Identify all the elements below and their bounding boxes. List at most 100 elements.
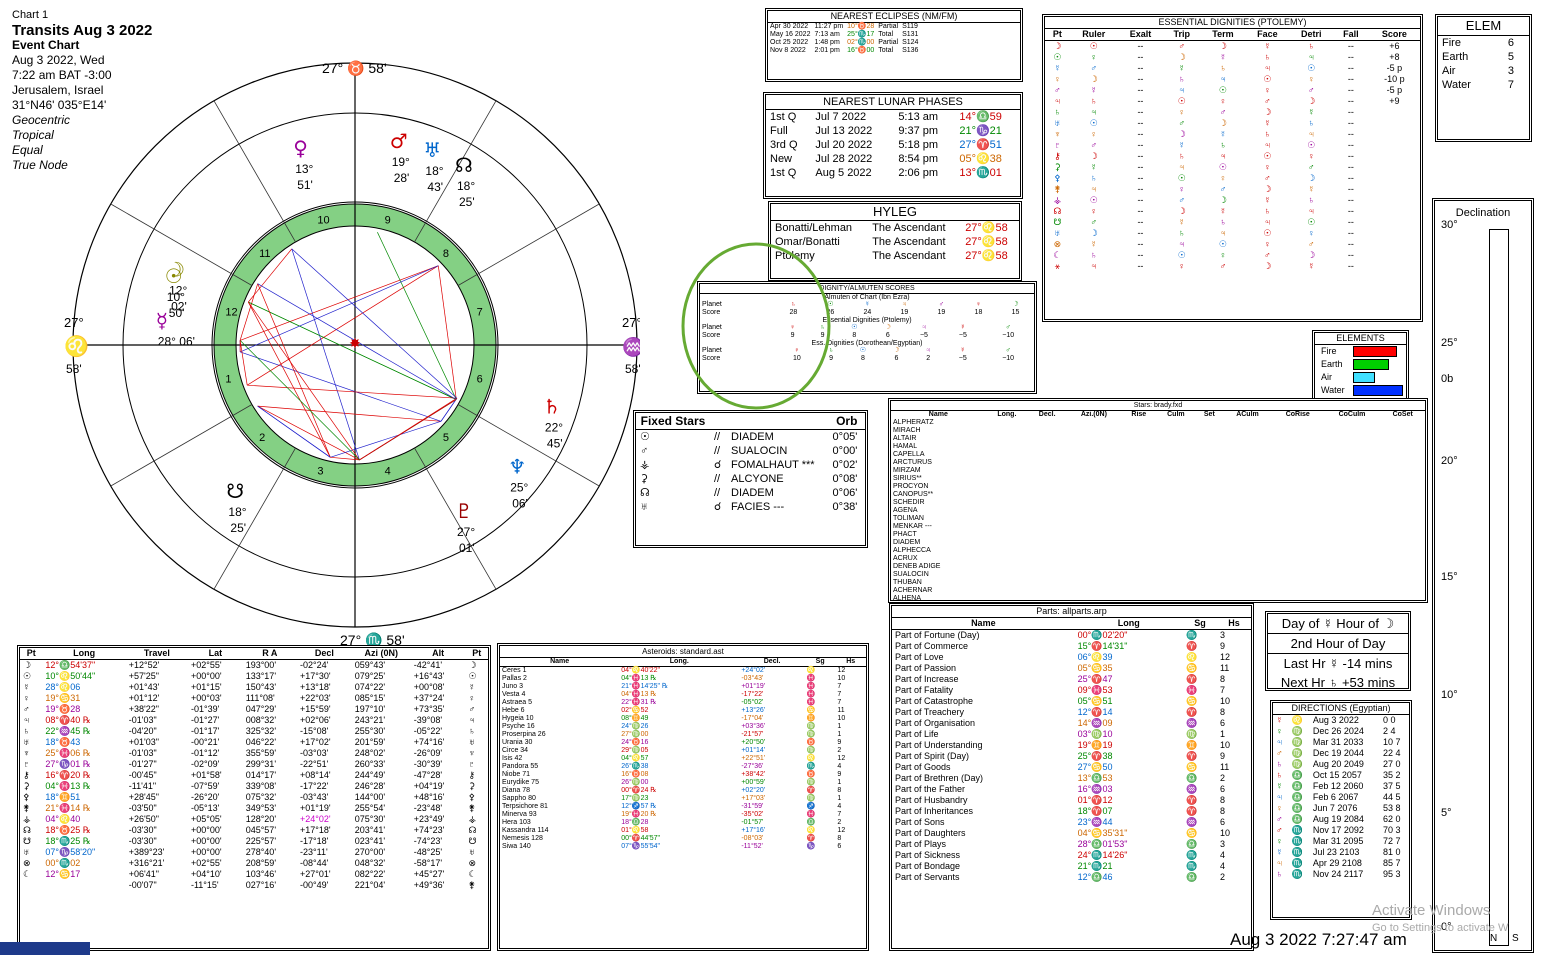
- table-cell: --: [1347, 107, 1354, 117]
- table-cell: ♄: [1219, 140, 1227, 150]
- table-cell: ♀: [1307, 74, 1315, 84]
- table-cell: [986, 419, 1028, 427]
- table-cell: ♋: [1185, 696, 1198, 706]
- part-row: Part of Husbandry 01°♈12 ♈ 8: [892, 795, 1251, 806]
- table-cell: --: [1347, 74, 1354, 84]
- taskbar-fragment[interactable]: [0, 942, 90, 955]
- table-cell: 128°20': [245, 814, 277, 824]
- table-cell: [1272, 435, 1324, 443]
- table-cell: 27°♍00: [621, 731, 649, 738]
- part-row: Part of Brethren (Day) 13°♎53 ♎ 2: [892, 773, 1251, 784]
- table-cell: -48°25': [413, 847, 443, 857]
- planet-glyph[interactable]: ☋: [226, 479, 244, 503]
- column-header: Orb: [828, 413, 865, 430]
- table-cell: +00°00': [190, 671, 222, 681]
- table-cell: 10: [1219, 740, 1230, 750]
- planet-glyph[interactable]: ♂: [390, 129, 408, 153]
- planet-glyph[interactable]: ☿: [156, 309, 168, 333]
- table-cell: -11°15': [190, 880, 219, 890]
- planet-glyph[interactable]: ♇: [455, 499, 473, 523]
- table-cell: ♋: [1185, 828, 1198, 838]
- table-cell: [1028, 435, 1066, 443]
- table-cell: 18°♊51: [45, 792, 81, 802]
- table-cell: 270°00': [354, 847, 386, 857]
- table-cell: 7: [1219, 685, 1225, 695]
- table-cell: 12°♎46: [1077, 872, 1113, 882]
- planet-degree: 19°: [392, 155, 410, 169]
- star-name: AGENA: [893, 507, 918, 514]
- table-cell: -5 p: [1386, 63, 1403, 73]
- table-cell: Eurydike 75: [502, 779, 539, 786]
- table-cell: -03°43': [741, 675, 764, 682]
- star-name: MIRACH: [893, 427, 921, 434]
- planet-glyph[interactable]: ♆: [508, 455, 526, 479]
- table-cell: 24°♍26: [621, 723, 649, 730]
- column-header: Lat: [187, 648, 243, 660]
- table-cell: ♄: [1054, 107, 1061, 117]
- star-row: SCHEDIR: [891, 499, 1425, 507]
- table-cell: ⊗: [1053, 239, 1062, 249]
- dignity-score-value: −5: [958, 332, 967, 339]
- table-cell: 11: [837, 707, 845, 714]
- table-cell: 10: [837, 675, 846, 682]
- part-row: Part of Organisation 14°♒09 ♒ 6: [892, 718, 1251, 729]
- table-cell: Aug 20 2049: [1312, 759, 1364, 769]
- table-cell: [1272, 491, 1324, 499]
- table-cell: 12°♈14: [1077, 707, 1113, 717]
- asteroid-row: Niobe 71 16°♉08 +38°42' ♉ 9: [500, 771, 866, 779]
- table-cell: +74°16': [413, 737, 445, 747]
- table-cell: 22°♓31 ℞: [621, 699, 657, 706]
- fixed-star-row: ⚳ // ALCYONE 0°08': [636, 472, 865, 486]
- table-cell: -21°57': [741, 731, 764, 738]
- table-cell: ☿: [1219, 52, 1227, 62]
- eclipse-row: Apr 30 2022 11:27 pm 10°♉28 Partial S119: [768, 23, 920, 31]
- table-cell: [986, 555, 1028, 563]
- column-header: Azi (0N): [351, 648, 411, 660]
- column-header: Fixed Stars: [636, 413, 710, 430]
- table-cell: ♍: [806, 795, 816, 802]
- element-bar: [1353, 372, 1375, 384]
- table-cell: [1380, 435, 1425, 443]
- chart-wheel[interactable]: ✸ 27° ♉ 58' 27° ♏ 58' 27° 58' 27° 58' ♌ …: [40, 55, 640, 645]
- star-name: SCHEDIR: [893, 499, 925, 506]
- table-cell: ♀: [1178, 184, 1186, 194]
- table-cell: 44 5: [1383, 792, 1401, 802]
- table-cell: ♆: [468, 748, 476, 758]
- house-cusp-line: [457, 404, 600, 487]
- table-cell: --: [1347, 228, 1354, 238]
- table-cell: //: [713, 445, 721, 457]
- table-cell: ☿: [1307, 261, 1315, 271]
- table-cell: 048°32': [354, 858, 386, 868]
- table-cell: ♀: [468, 693, 476, 703]
- table-cell: 6: [1219, 784, 1225, 794]
- parts-panel: Parts: allparts.arp Name Long Sg Hs Part of …: [889, 603, 1254, 951]
- table-cell: ♏: [1291, 869, 1303, 879]
- table-cell: [1196, 539, 1223, 547]
- table-cell: ♀: [1276, 803, 1283, 813]
- day-hour-row: Last Hr ☿ -14 mins: [1283, 656, 1393, 671]
- table-cell: [986, 459, 1028, 467]
- table-cell: 7: [837, 683, 842, 690]
- table-cell: 08°♈40 ℞: [45, 715, 91, 725]
- table-cell: 08°♊49: [621, 715, 649, 722]
- table-cell: --: [1347, 140, 1354, 150]
- planet-glyph[interactable]: ♀: [293, 136, 308, 160]
- table-cell: --: [1347, 261, 1354, 271]
- planet-glyph[interactable]: ♄: [543, 394, 561, 418]
- table-cell: Nov 17 2092: [1312, 825, 1364, 835]
- planet-glyph[interactable]: ♅: [423, 138, 441, 162]
- table-cell: ☉: [1089, 41, 1098, 51]
- elem-row: Earth 5: [1438, 50, 1529, 64]
- elem-title: ELEM: [1438, 17, 1529, 36]
- planet-glyph[interactable]: ☽: [167, 258, 185, 282]
- table-cell: +16°43': [413, 671, 445, 681]
- table-cell: Part of Inheritances: [895, 806, 974, 816]
- table-cell: --: [1137, 228, 1144, 238]
- table-cell: ♒: [1185, 718, 1198, 728]
- planet-glyph[interactable]: ☊: [455, 153, 473, 177]
- table-cell: [1156, 483, 1196, 491]
- table-cell: 10°♌50'44": [45, 671, 96, 681]
- table-cell: ♄: [1090, 96, 1098, 106]
- table-cell: [1369, 129, 1420, 140]
- dignity-planet-glyph: ♃: [901, 301, 908, 308]
